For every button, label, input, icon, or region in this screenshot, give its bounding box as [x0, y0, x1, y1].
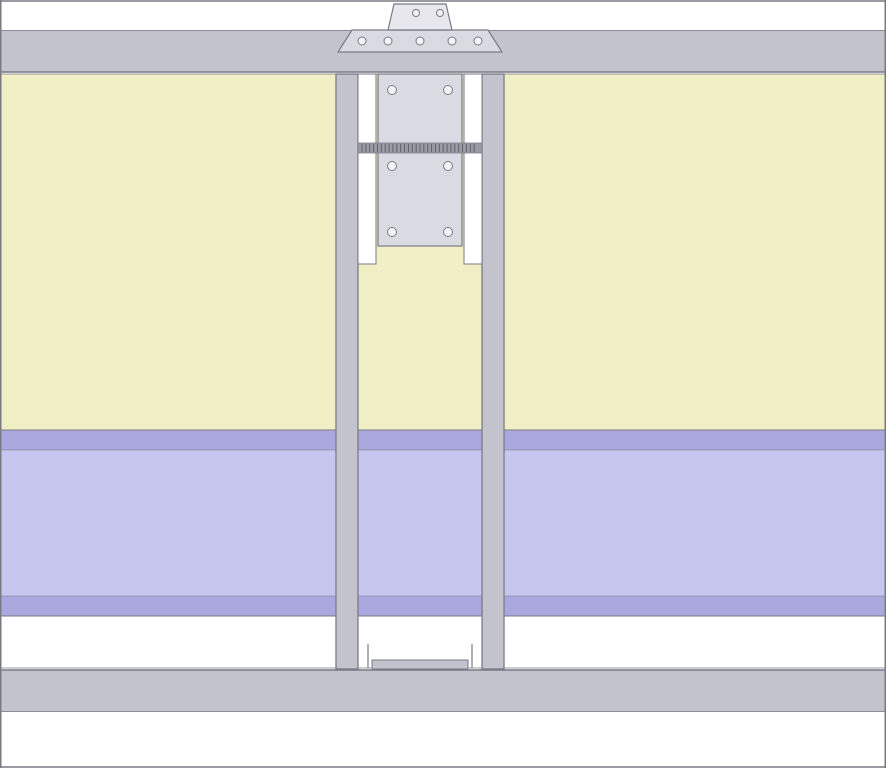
- right-post: [482, 74, 504, 669]
- plate-right-skin: [464, 74, 482, 264]
- plate-hole: [388, 228, 397, 237]
- plate-hole: [444, 228, 453, 237]
- top-bracket-tab-hole: [413, 10, 420, 17]
- plate-left-skin: [358, 74, 376, 264]
- left-post: [336, 74, 358, 669]
- : [0, 712, 886, 768]
- top-bracket-hole: [448, 37, 456, 45]
- top-bracket-hole: [474, 37, 482, 45]
- foot-bar: [372, 660, 468, 669]
- plate-hole: [444, 162, 453, 171]
- plate-hole: [388, 86, 397, 95]
- cad-orthographic-view: [0, 0, 886, 768]
- plate-hole: [444, 86, 453, 95]
- bottom-frame-bar: [0, 670, 886, 712]
- mounting-plate: [378, 74, 462, 246]
- top-bracket-tab-hole: [437, 10, 444, 17]
- top-bracket-hole: [358, 37, 366, 45]
- plate-hole: [388, 162, 397, 171]
- top-bracket-hole: [384, 37, 392, 45]
- top-bracket-hole: [416, 37, 424, 45]
- top-bracket-tab: [388, 4, 452, 30]
- horizontal-pipe-inner: [0, 450, 886, 596]
